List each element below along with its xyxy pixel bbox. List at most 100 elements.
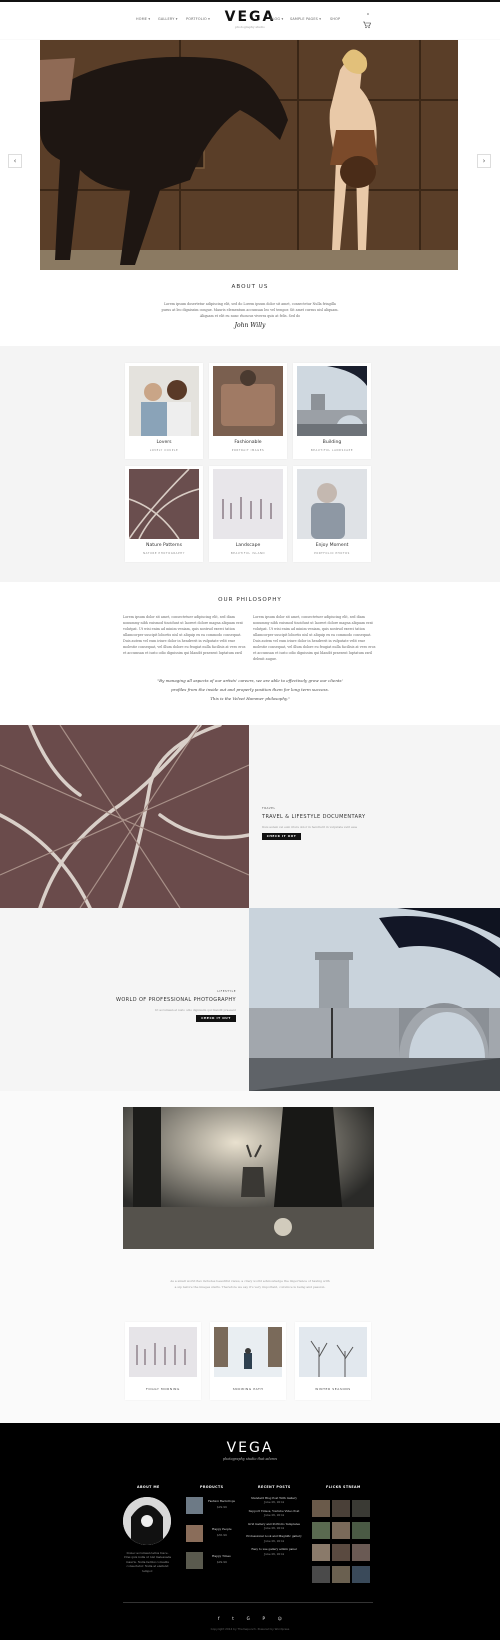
feature-1-check-it-out-button[interactable]: CHECK IT OUT: [262, 833, 301, 840]
slider-next-button[interactable]: ›: [477, 154, 491, 168]
pinterest-icon[interactable]: P: [263, 1616, 265, 1622]
flickr-thumb[interactable]: [312, 1544, 330, 1561]
philosophy-section: [0, 582, 500, 725]
site-logo[interactable]: VEGA: [0, 9, 500, 25]
feature-2-image: [249, 908, 500, 1091]
cart-count: 0: [367, 12, 369, 16]
gallery-card-lovers[interactable]: Lovers LOVELY COUPLE: [125, 363, 203, 459]
gallery-card-subtitle: NATURE PHOTOGRAPHY: [143, 552, 185, 555]
nav-sample-pages[interactable]: SAMPLE PAGES ▾: [290, 17, 321, 21]
footer-logo: VEGA: [226, 1440, 274, 1456]
gallery-card-subtitle: LOVELY COUPLE: [149, 449, 179, 452]
social-links: f t G P ☺: [218, 1616, 282, 1622]
flickr-thumb[interactable]: [352, 1544, 370, 1561]
footer-avatar: [123, 1497, 171, 1545]
gallery-card-title: Lovers: [156, 440, 172, 445]
footer-recent-posts-title: RECENT POSTS: [258, 1485, 291, 1489]
small-card-winter-seasons[interactable]: WINTER SEASONS: [295, 1322, 371, 1400]
recent-post-date: June 26, 2014: [264, 1500, 284, 1505]
nav-shop[interactable]: SHOP: [330, 17, 340, 21]
small-card-snowing-path[interactable]: SNOWING PATH: [210, 1322, 286, 1400]
product-thumb[interactable]: [186, 1497, 203, 1514]
product-thumb[interactable]: [186, 1525, 203, 1542]
feature-1-title: TRAVEL & LIFESTYLE DOCUMENTARY: [262, 814, 366, 820]
slider-prev-button[interactable]: ‹: [8, 154, 22, 168]
philosophy-title: OUR PHILOSOPHY: [218, 597, 282, 603]
flickr-thumb[interactable]: [352, 1566, 370, 1583]
small-card-title: FOGGY MORNING: [146, 1387, 180, 1391]
gallery-card-subtitle: PORTRAIT IMAGES: [231, 449, 265, 452]
feature-2-text: Ut accumsan et iusto odio dignissim qui …: [154, 1008, 236, 1012]
gallery-card-title: Building: [322, 440, 342, 445]
product-name[interactable]: Happy People: [212, 1527, 232, 1531]
recent-posts-list: Standard Blog Post With Gallery June 26,…: [243, 1496, 305, 1556]
fashionable-image: [213, 366, 283, 436]
gallery-card-subtitle: PORTFOLIO PHOTOS: [314, 552, 350, 555]
philosophy-column-1: Lorem ipsum dolor sit amet, consectetuer…: [123, 615, 246, 655]
feature-2-kicker: LIFESTYLE: [217, 989, 236, 993]
small-card-title: WINTER SEASONS: [315, 1387, 351, 1391]
enjoy-moment-image: [297, 469, 367, 539]
about-text: Lorem ipsum dosertetur adipiscing elit, …: [161, 302, 339, 318]
gallery-card-fashionable[interactable]: Fashionable PORTRAIT IMAGES: [209, 363, 287, 459]
flickr-grid: [312, 1500, 372, 1590]
lovers-image: [129, 366, 199, 436]
footer-copyright: Copyright 2014 by Themepunch. Powered by…: [210, 1627, 290, 1631]
gallery-card-subtitle: BEAUTIFUL LANDSCAPE: [310, 449, 354, 452]
recent-post-date: June 26, 2014: [264, 1513, 284, 1518]
flickr-thumb[interactable]: [352, 1522, 370, 1539]
instagram-icon[interactable]: ☺: [278, 1616, 282, 1622]
footer-products-title: PRODUCTS: [200, 1485, 224, 1489]
flickr-thumb[interactable]: [312, 1500, 330, 1517]
twitter-icon[interactable]: t: [232, 1616, 234, 1622]
deer-forest-image: [123, 1107, 374, 1249]
flickr-thumb[interactable]: [352, 1500, 370, 1517]
landscape-image: [213, 469, 283, 539]
product-price: $29.99: [217, 1505, 227, 1509]
footer-divider: [123, 1602, 373, 1603]
product-name[interactable]: Happy Times: [212, 1554, 231, 1558]
hero-image: [40, 40, 458, 270]
small-card-foggy-morning[interactable]: FOGGY MORNING: [125, 1322, 201, 1400]
flickr-thumb[interactable]: [332, 1544, 350, 1561]
gallery-card-title: Nature Patterns: [146, 543, 182, 548]
flickr-thumb[interactable]: [312, 1566, 330, 1583]
recent-post-date: June 26, 2014: [264, 1526, 284, 1531]
facebook-icon[interactable]: f: [218, 1616, 219, 1622]
product-thumb[interactable]: [186, 1552, 203, 1569]
philosophy-quote: "By managing all aspects of our artists'…: [157, 678, 343, 701]
gallery-card-enjoy-moment[interactable]: Enjoy Moment PORTFOLIO PHOTOS: [293, 466, 371, 562]
flickr-thumb[interactable]: [312, 1522, 330, 1539]
feature-1-image: [0, 725, 249, 908]
product-name[interactable]: Fashion Backdrops: [208, 1499, 235, 1503]
flickr-thumb[interactable]: [332, 1500, 350, 1517]
about-signature: John Willy: [234, 322, 266, 329]
philosophy-column-2: Lorem ipsum dolor sit amet, consectetuer…: [253, 615, 376, 661]
small-card-title: SNOWING PATH: [232, 1387, 264, 1391]
snowing-path-image: [214, 1327, 282, 1377]
nature-patterns-image: [129, 469, 199, 539]
google-plus-icon[interactable]: G: [247, 1616, 250, 1622]
flickr-thumb[interactable]: [332, 1522, 350, 1539]
gallery-card-subtitle: BEAUTIFUL ISLAND: [230, 552, 266, 555]
story-text: As a small world flex includes beautiful…: [170, 1279, 330, 1289]
footer-tagline: photography studio that adores: [222, 1457, 278, 1461]
nav-blog[interactable]: BLOG ▾: [270, 17, 283, 21]
gallery-card-nature-patterns[interactable]: Nature Patterns NATURE PHOTOGRAPHY: [125, 466, 203, 562]
gallery-card-landscape[interactable]: Landscape BEAUTIFUL ISLAND: [209, 466, 287, 562]
recent-post-link[interactable]: Easy to use gallery admin panel: [243, 1547, 305, 1551]
feature-2-title: WORLD OF PROFESSIONAL PHOTOGRAPHY: [115, 997, 236, 1003]
feature-2-check-it-out-button[interactable]: CHECK IT OUT: [196, 1015, 236, 1022]
about-title: ABOUT US: [231, 284, 269, 290]
flickr-thumb[interactable]: [332, 1566, 350, 1583]
feature-1-kicker: TRAVEL: [262, 806, 276, 810]
footer-about-title: ABOUT ME: [137, 1485, 160, 1489]
gallery-card-title: Landscape: [235, 543, 261, 548]
footer-flickr-title: FLICKR STREAM: [326, 1485, 361, 1489]
recent-post-date: June 26, 2014: [264, 1538, 284, 1543]
gallery-card-building[interactable]: Building BEAUTIFUL LANDSCAPE: [293, 363, 371, 459]
footer-about-text: Donec accumsan tellus fusce. Cras quis nu…: [123, 1551, 172, 1573]
foggy-morning-image: [129, 1327, 197, 1377]
winter-seasons-image: [299, 1327, 367, 1377]
feature-1-text: Duis autem vel eum iriure dolor in hendr…: [262, 825, 358, 829]
